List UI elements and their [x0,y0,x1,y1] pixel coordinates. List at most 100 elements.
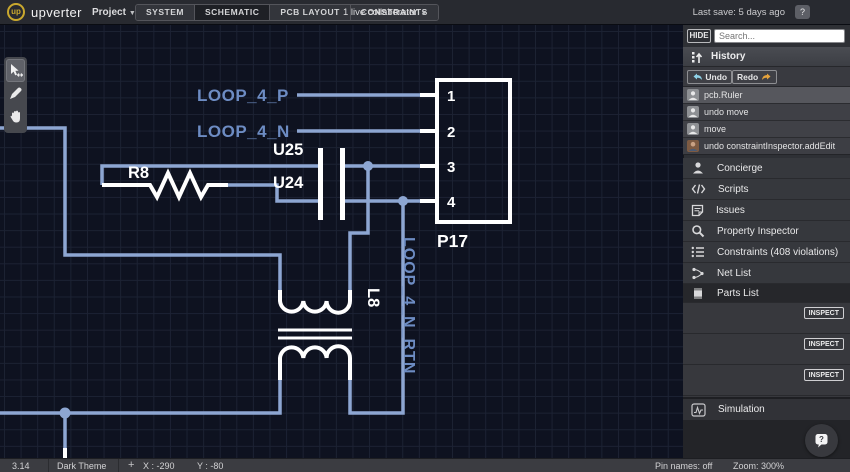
chat-help-button[interactable]: ? [805,424,838,457]
chat-bubble-icon: ? [813,432,830,449]
tab-schematic[interactable]: SCHEMATIC [195,5,270,20]
avatar [687,89,699,101]
divider [118,459,119,472]
pin-number-2: 2 [447,124,455,141]
inspect-button[interactable]: INSPECT [804,307,844,319]
history-item[interactable]: undo constraintInspector.addEdit [683,138,850,155]
pan-tool-button[interactable] [6,105,25,128]
net-label-loop4p[interactable]: LOOP_4_P [197,86,289,105]
sidebar-item-label: Scripts [718,184,749,195]
chevron-down-icon: ▼ [420,10,427,17]
help-icon[interactable]: ? [795,5,810,19]
waveform-icon [691,403,706,417]
inductor-top-winding[interactable] [280,290,350,313]
person-icon [691,161,705,175]
history-section-header[interactable]: History [683,47,850,67]
history-item-label: undo move [704,107,749,117]
designator-l8[interactable]: L8 [364,288,382,307]
sidebar-item-property-inspector[interactable]: Property Inspector [683,221,850,242]
history-item[interactable]: pcb.Ruler [683,87,850,104]
sidebar-item-parts-list[interactable]: Parts List [683,284,850,303]
history-item-label: move [704,124,726,134]
tab-pcb-layout[interactable]: PCB LAYOUT [270,5,350,20]
part-row-c2[interactable]: C2 UNVERIFIED INSPECT Kemet C1206C104K5R… [683,334,850,365]
avatar [687,123,699,135]
inspect-button[interactable]: INSPECT [804,369,844,381]
sidebar-item-issues[interactable]: Issues [683,200,850,221]
zoom-level[interactable]: Zoom: 300% [733,461,784,471]
cursor-y-coordinate: Y : -80 [197,461,223,471]
inductor-core [278,330,352,338]
designator-r8[interactable]: R8 [128,164,149,182]
avatar [687,140,699,152]
search-input[interactable] [714,29,845,43]
upverter-logo-icon[interactable]: up [7,3,25,21]
history-item-label: pcb.Ruler [704,90,743,100]
tool-panel [4,57,27,133]
undo-button[interactable]: Undo [687,70,732,84]
inductor-bottom-winding[interactable] [280,346,350,380]
theme-toggle[interactable]: Dark Theme [57,461,106,471]
redo-label: Redo [737,72,758,82]
project-menu-label: Project [92,7,126,18]
sidebar-item-label: Constraints (408 violations) [717,247,838,258]
net-icon [691,267,705,280]
net-label-loop4nrtn[interactable]: LOOP_4_N_RTN [400,237,417,374]
designator-u25[interactable]: U25 [273,141,303,159]
undo-label: Undo [705,72,727,82]
sidebar-item-simulation[interactable]: Simulation [683,397,850,420]
inspect-button[interactable]: INSPECT [804,338,844,350]
sidebar-item-constraints[interactable]: Constraints (408 violations) [683,242,850,263]
history-item-label: undo constraintInspector.addEdit [704,141,835,151]
collaborators-menu[interactable]: 1 live collaborator▼ [343,7,427,18]
sidebar-item-net-list[interactable]: Net List [683,263,850,284]
collaborators-label: 1 live collaborator [343,7,417,18]
simulation-label: Simulation [718,404,765,415]
pin-number-3: 3 [447,159,455,176]
hide-sidebar-button[interactable]: HIDE [687,29,711,43]
select-tool-button[interactable] [6,59,25,82]
project-menu[interactable]: Project▼ [92,7,136,18]
app-header: up upverter Project▼ SYSTEM SCHEMATIC PC… [0,0,850,25]
avatar [687,106,699,118]
sidebar-item-concierge[interactable]: Concierge [683,158,850,179]
history-title: History [711,51,745,62]
undo-arrow-icon [692,72,703,82]
schematic-canvas[interactable]: LOOP_4_P LOOP_4_N LOOP_4_N_RTN U25 U24 R… [0,25,683,458]
sidebar-item-label: Net List [717,268,751,279]
sidebar-item-scripts[interactable]: Scripts [683,179,850,200]
pen-icon [8,86,23,101]
part-row-c1[interactable]: C1 UNVERIFIED INSPECT Kemet C1206C103JAR… [683,303,850,334]
pin-names-toggle[interactable]: Pin names: off [655,461,712,471]
history-icon [691,51,704,64]
cursor-move-icon [8,63,23,78]
note-icon [691,204,704,217]
magnifier-icon [691,224,705,238]
sidebar-item-label: Issues [716,205,745,216]
tab-system[interactable]: SYSTEM [136,5,195,20]
chip-icon [691,287,705,300]
checklist-icon [691,246,705,258]
part-row-c4[interactable]: C4 UNVERIFIED INSPECT Kemet C1206C104K5R… [683,365,850,396]
svg-text:?: ? [819,435,824,444]
wires[interactable] [0,95,421,448]
history-item[interactable]: undo move [683,104,850,121]
resistor-r8-body[interactable] [102,173,228,197]
pen-tool-button[interactable] [6,82,25,105]
sidebar-item-label: Parts List [717,288,759,299]
cursor-x-coordinate: X : -290 [143,461,175,471]
status-bar: 3.14 Dark Theme + X : -290 Y : -80 Pin n… [0,458,850,472]
crosshair-icon: + [128,459,134,471]
hand-icon [9,109,23,124]
designator-u24[interactable]: U24 [273,174,304,192]
net-label-loop4n[interactable]: LOOP_4_N [197,122,290,141]
sidebar-item-label: Concierge [717,163,763,174]
pin-number-1: 1 [447,88,455,105]
designator-p17[interactable]: P17 [437,231,468,251]
redo-button[interactable]: Redo [732,70,777,84]
pin-number-4: 4 [447,194,456,211]
history-item[interactable]: move [683,121,850,138]
app-title: upverter [31,5,82,20]
version-label: 3.14 [12,461,30,471]
schematic-drawing: LOOP_4_P LOOP_4_N LOOP_4_N_RTN U25 U24 R… [0,25,683,458]
